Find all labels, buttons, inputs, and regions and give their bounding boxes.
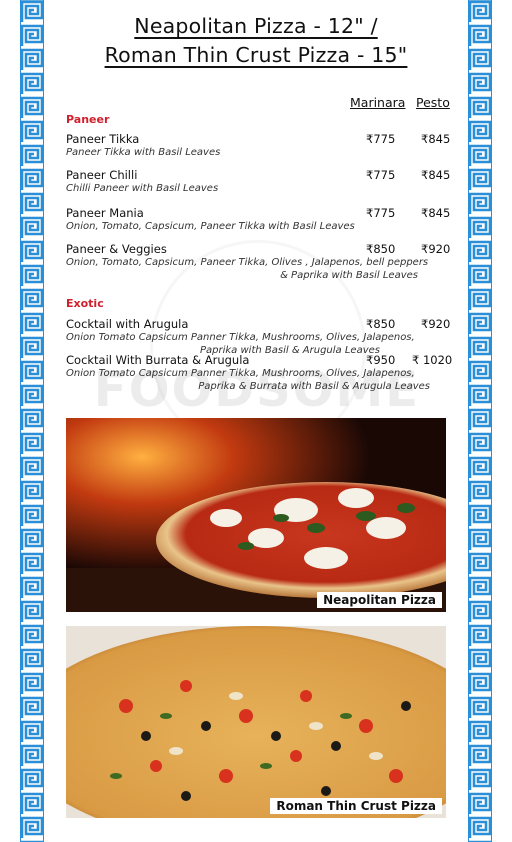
item-description: Onion Tomato Capsicum Panner Tikka, Mush… <box>66 368 415 379</box>
price-pesto: ₹845 <box>421 168 451 182</box>
title-line-2: Roman Thin Crust Pizza - 15" <box>104 43 408 67</box>
menu-title: Neapolitan Pizza - 12" / Roman Thin Crus… <box>70 12 442 70</box>
price-marinara: ₹950 <box>366 353 396 367</box>
price-marinara: ₹775 <box>366 132 396 146</box>
price-pesto: ₹845 <box>421 206 451 220</box>
section-heading-paneer: Paneer <box>66 113 110 126</box>
greek-key-border-right <box>468 0 492 842</box>
price-marinara: ₹775 <box>366 206 396 220</box>
column-header-pesto: Pesto <box>416 95 450 110</box>
item-description: Onion Tomato Capsicum Panner Tikka, Mush… <box>66 332 415 343</box>
greek-key-border-left <box>20 0 44 842</box>
item-description: Paneer Tikka with Basil Leaves <box>66 147 221 158</box>
neapolitan-pizza-photo: Neapolitan Pizza <box>66 418 446 612</box>
roman-thin-crust-pizza-photo: Roman Thin Crust Pizza <box>66 626 446 818</box>
price-marinara: ₹850 <box>366 317 396 331</box>
price-pesto: ₹ 1020 <box>412 353 453 367</box>
price-pesto: ₹920 <box>421 242 451 256</box>
price-pesto: ₹920 <box>421 317 451 331</box>
item-description-cont: & Paprika with Basil Leaves <box>280 270 418 281</box>
section-heading-exotic: Exotic <box>66 297 104 310</box>
photo-caption: Neapolitan Pizza <box>317 592 442 608</box>
column-header-marinara: Marinara <box>350 95 406 110</box>
price-marinara: ₹775 <box>366 168 396 182</box>
title-line-1: Neapolitan Pizza - 12" / <box>134 14 378 38</box>
item-description: Onion, Tomato, Capsicum, Paneer Tikka, O… <box>66 257 429 268</box>
price-marinara: ₹850 <box>366 242 396 256</box>
item-description-cont: Paprika & Burrata with Basil & Arugula L… <box>198 381 430 392</box>
item-description: Chilli Paneer with Basil Leaves <box>66 183 219 194</box>
photo-caption: Roman Thin Crust Pizza <box>270 798 442 814</box>
item-description: Onion, Tomato, Capsicum, Paneer Tikka wi… <box>66 221 355 232</box>
price-pesto: ₹845 <box>421 132 451 146</box>
